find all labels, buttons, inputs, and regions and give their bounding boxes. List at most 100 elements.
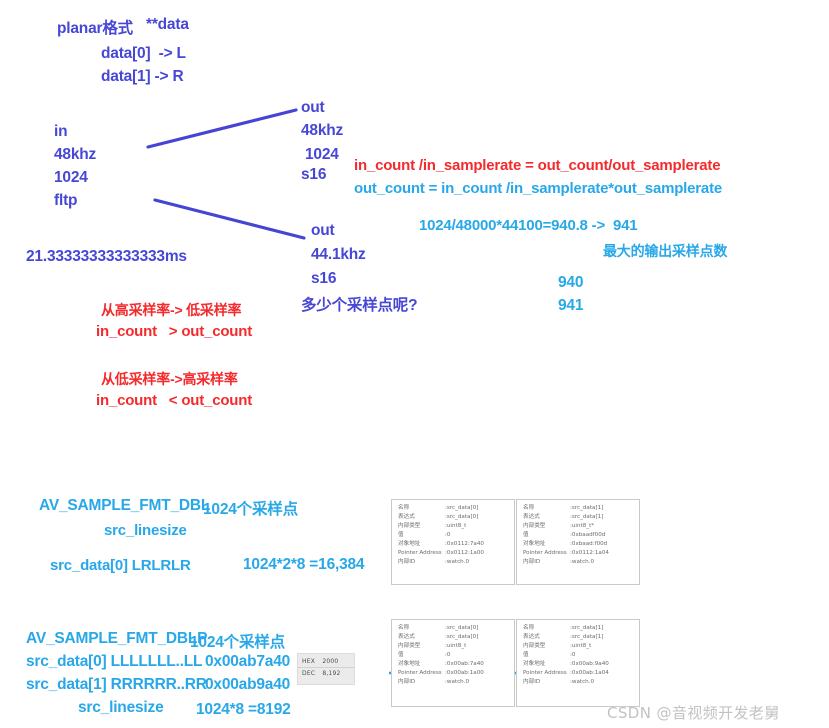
- watch-row-value: :0x00ab:7a40: [445, 661, 484, 668]
- low-to-high-title: 从低采样率->高采样率: [101, 371, 238, 387]
- watch-row-key: 内部ID: [523, 559, 541, 566]
- output2-format: s16: [311, 270, 337, 287]
- planar-format-label: AV_SAMPLE_FMT_DBLP: [26, 630, 208, 647]
- watch-row: 表达式:src_data[1]: [523, 633, 634, 642]
- watch-row-key: 值: [523, 532, 529, 539]
- watch-panel-planar-src-data-1: 名称:src_data[1] 表达式:src_data[1] 内部类型:uint8_…: [516, 619, 640, 707]
- dec-row: DEC 8,192: [302, 668, 350, 679]
- watch-row-value: :src_data[1]: [570, 625, 604, 631]
- hex-label: HEX: [302, 658, 316, 665]
- watch-row-value: :src_data[0]: [445, 625, 479, 631]
- watch-row-key: 对象地址: [523, 541, 546, 548]
- watch-row: 对象地址:0x00ab:7a40: [398, 660, 509, 669]
- watch-row-key: Pointer Address: [398, 670, 442, 677]
- watch-row: 内部类型:uint8_t: [398, 522, 509, 531]
- input-sample-count: 1024: [54, 169, 88, 186]
- watch-row-key: 内部类型: [398, 643, 421, 650]
- dec-value: 8,192: [322, 670, 341, 677]
- watch-panel-planar-src-data-0: 名称:src_data[0] 表达式:src_data[0] 内部类型:uint8_…: [391, 619, 515, 707]
- watch-row: 表达式 :src_data[0]: [398, 633, 509, 642]
- watch-row-key: Pointer Address: [398, 550, 442, 557]
- watch-row: 名称 :src_data[1]: [523, 624, 634, 633]
- watch-row-value: :0x0112:1a00: [445, 550, 484, 557]
- watch-row-value: :uint8_t: [445, 523, 467, 530]
- watch-row-key: 内部ID: [398, 559, 416, 566]
- planar-src-data-0-address: 0x00ab7a40: [205, 653, 291, 670]
- watch-row-key: 表达式: [398, 634, 415, 641]
- hex-row: HEX 2000: [302, 656, 350, 667]
- watch-row-value: :src_data[1]: [570, 505, 604, 511]
- output2-label: out: [311, 222, 335, 239]
- data-pointer-label: **data: [146, 16, 189, 33]
- watch-row-value: :0x00ab:9a40: [570, 661, 609, 668]
- connector-line-lower: [153, 198, 306, 240]
- watch-row-value: :0: [570, 652, 576, 659]
- hex-dec-tooltip: HEX 2000 DEC 8,192: [297, 653, 355, 685]
- data-index-1-label: data[1] -> R: [101, 68, 184, 85]
- watch-row-key: 名称: [523, 625, 535, 631]
- watch-row: 内部类型:uint8_t: [523, 642, 634, 651]
- watch-row-value: :0: [445, 532, 451, 539]
- value-940: 940: [558, 274, 584, 291]
- hex-value: 2000: [322, 658, 339, 665]
- watch-row: 内部ID:watch.0: [523, 678, 634, 687]
- input-label: in: [54, 123, 68, 140]
- watch-row: Pointer Address:0x0112:1a04: [523, 549, 634, 558]
- watch-row-key: 对象地址: [398, 541, 421, 548]
- watch-row-value: :0: [445, 652, 451, 659]
- watch-row-key: 内部类型: [523, 643, 546, 650]
- watch-row-key: 表达式: [523, 514, 540, 521]
- watch-row-key: 值: [398, 652, 404, 659]
- watch-row: 值 :0: [398, 531, 509, 540]
- input-format: fltp: [54, 192, 78, 209]
- packed-sample-count: 1024个采样点: [203, 501, 298, 518]
- watch-row-key: 内部ID: [523, 679, 541, 686]
- resample-calculation: 1024/48000*44100=940.8 -> 941: [419, 217, 638, 234]
- watch-row-value: :0x0112:1a04: [570, 550, 609, 557]
- watch-row-value: :watch.0: [445, 559, 470, 566]
- packed-src-data-0-label: src_data[0] LRLRLR: [50, 557, 191, 574]
- max-output-samples-note: 最大的输出采样点数: [603, 243, 728, 259]
- watch-row: 值:0: [523, 651, 634, 660]
- sample-count-question: 多少个采样点呢?: [301, 297, 418, 314]
- watch-row: 表达式:src_data[1]: [523, 513, 634, 522]
- watch-row-value: :0xbaad:f00d: [570, 541, 608, 548]
- watch-row-value: :src_data[0]: [445, 634, 479, 641]
- planar-src-data-1-label: src_data[1] RRRRRR..RR: [26, 676, 207, 693]
- watch-row: Pointer Address:0x0112:1a00: [398, 549, 509, 558]
- watch-row-key: 名称: [398, 625, 410, 631]
- high-to-low-title: 从高采样率-> 低采样率: [101, 302, 242, 318]
- output1-format: s16: [301, 166, 327, 183]
- watch-row: 内部类型 :uint8_t*: [523, 522, 634, 531]
- watch-row: 内部ID:watch.0: [398, 678, 509, 687]
- watch-row: 内部类型:uint8_t: [398, 642, 509, 651]
- watch-row-key: 内部类型: [523, 523, 546, 530]
- watch-row: 对象地址 :0x0112:7a40: [398, 540, 509, 549]
- dec-label: DEC: [302, 670, 316, 677]
- watch-row: 表达式:src_data[0]: [398, 513, 509, 522]
- watch-row-key: Pointer Address: [523, 550, 567, 557]
- csdn-watermark: CSDN @音视频开发老舅: [607, 704, 780, 722]
- high-to-low-expression: in_count > out_count: [96, 323, 253, 340]
- packed-size-calculation: 1024*2*8 =16,384: [243, 556, 365, 573]
- watch-row: Pointer Address:0x00ab:1a04: [523, 669, 634, 678]
- watch-row-value: :src_data[1]: [570, 634, 604, 641]
- duration-label: 21.33333333333333ms: [26, 248, 187, 265]
- planar-src-data-1-address: 0x00ab9a40: [205, 676, 291, 693]
- watch-row-value: :uint8_t*: [570, 523, 595, 530]
- watch-panel-packed-src-data-1: 名称 :src_data[1] 表达式:src_data[1] 内部类型 :uint8_…: [516, 499, 640, 585]
- watch-row: Pointer Address:0x00ab:1a00: [398, 669, 509, 678]
- watch-row-value: :0x00ab:1a00: [445, 670, 484, 677]
- output1-samplerate: 48khz: [301, 122, 344, 139]
- output1-label: out: [301, 99, 325, 116]
- watch-row-value: :0xbaadf00d: [570, 532, 606, 539]
- output2-samplerate: 44.1khz: [311, 246, 366, 263]
- watch-row-key: 名称: [523, 505, 535, 511]
- whiteboard-canvas: planar格式 **data data[0] -> L data[1] -> …: [0, 0, 829, 728]
- watch-row-value: :0x0112:7a40: [445, 541, 484, 548]
- watch-row-key: 内部ID: [398, 679, 416, 686]
- watch-row-key: 对象地址: [523, 661, 546, 668]
- watch-row-key: 值: [398, 532, 404, 539]
- output1-sample-count: 1024: [305, 146, 339, 163]
- watch-row-key: 表达式: [398, 514, 415, 521]
